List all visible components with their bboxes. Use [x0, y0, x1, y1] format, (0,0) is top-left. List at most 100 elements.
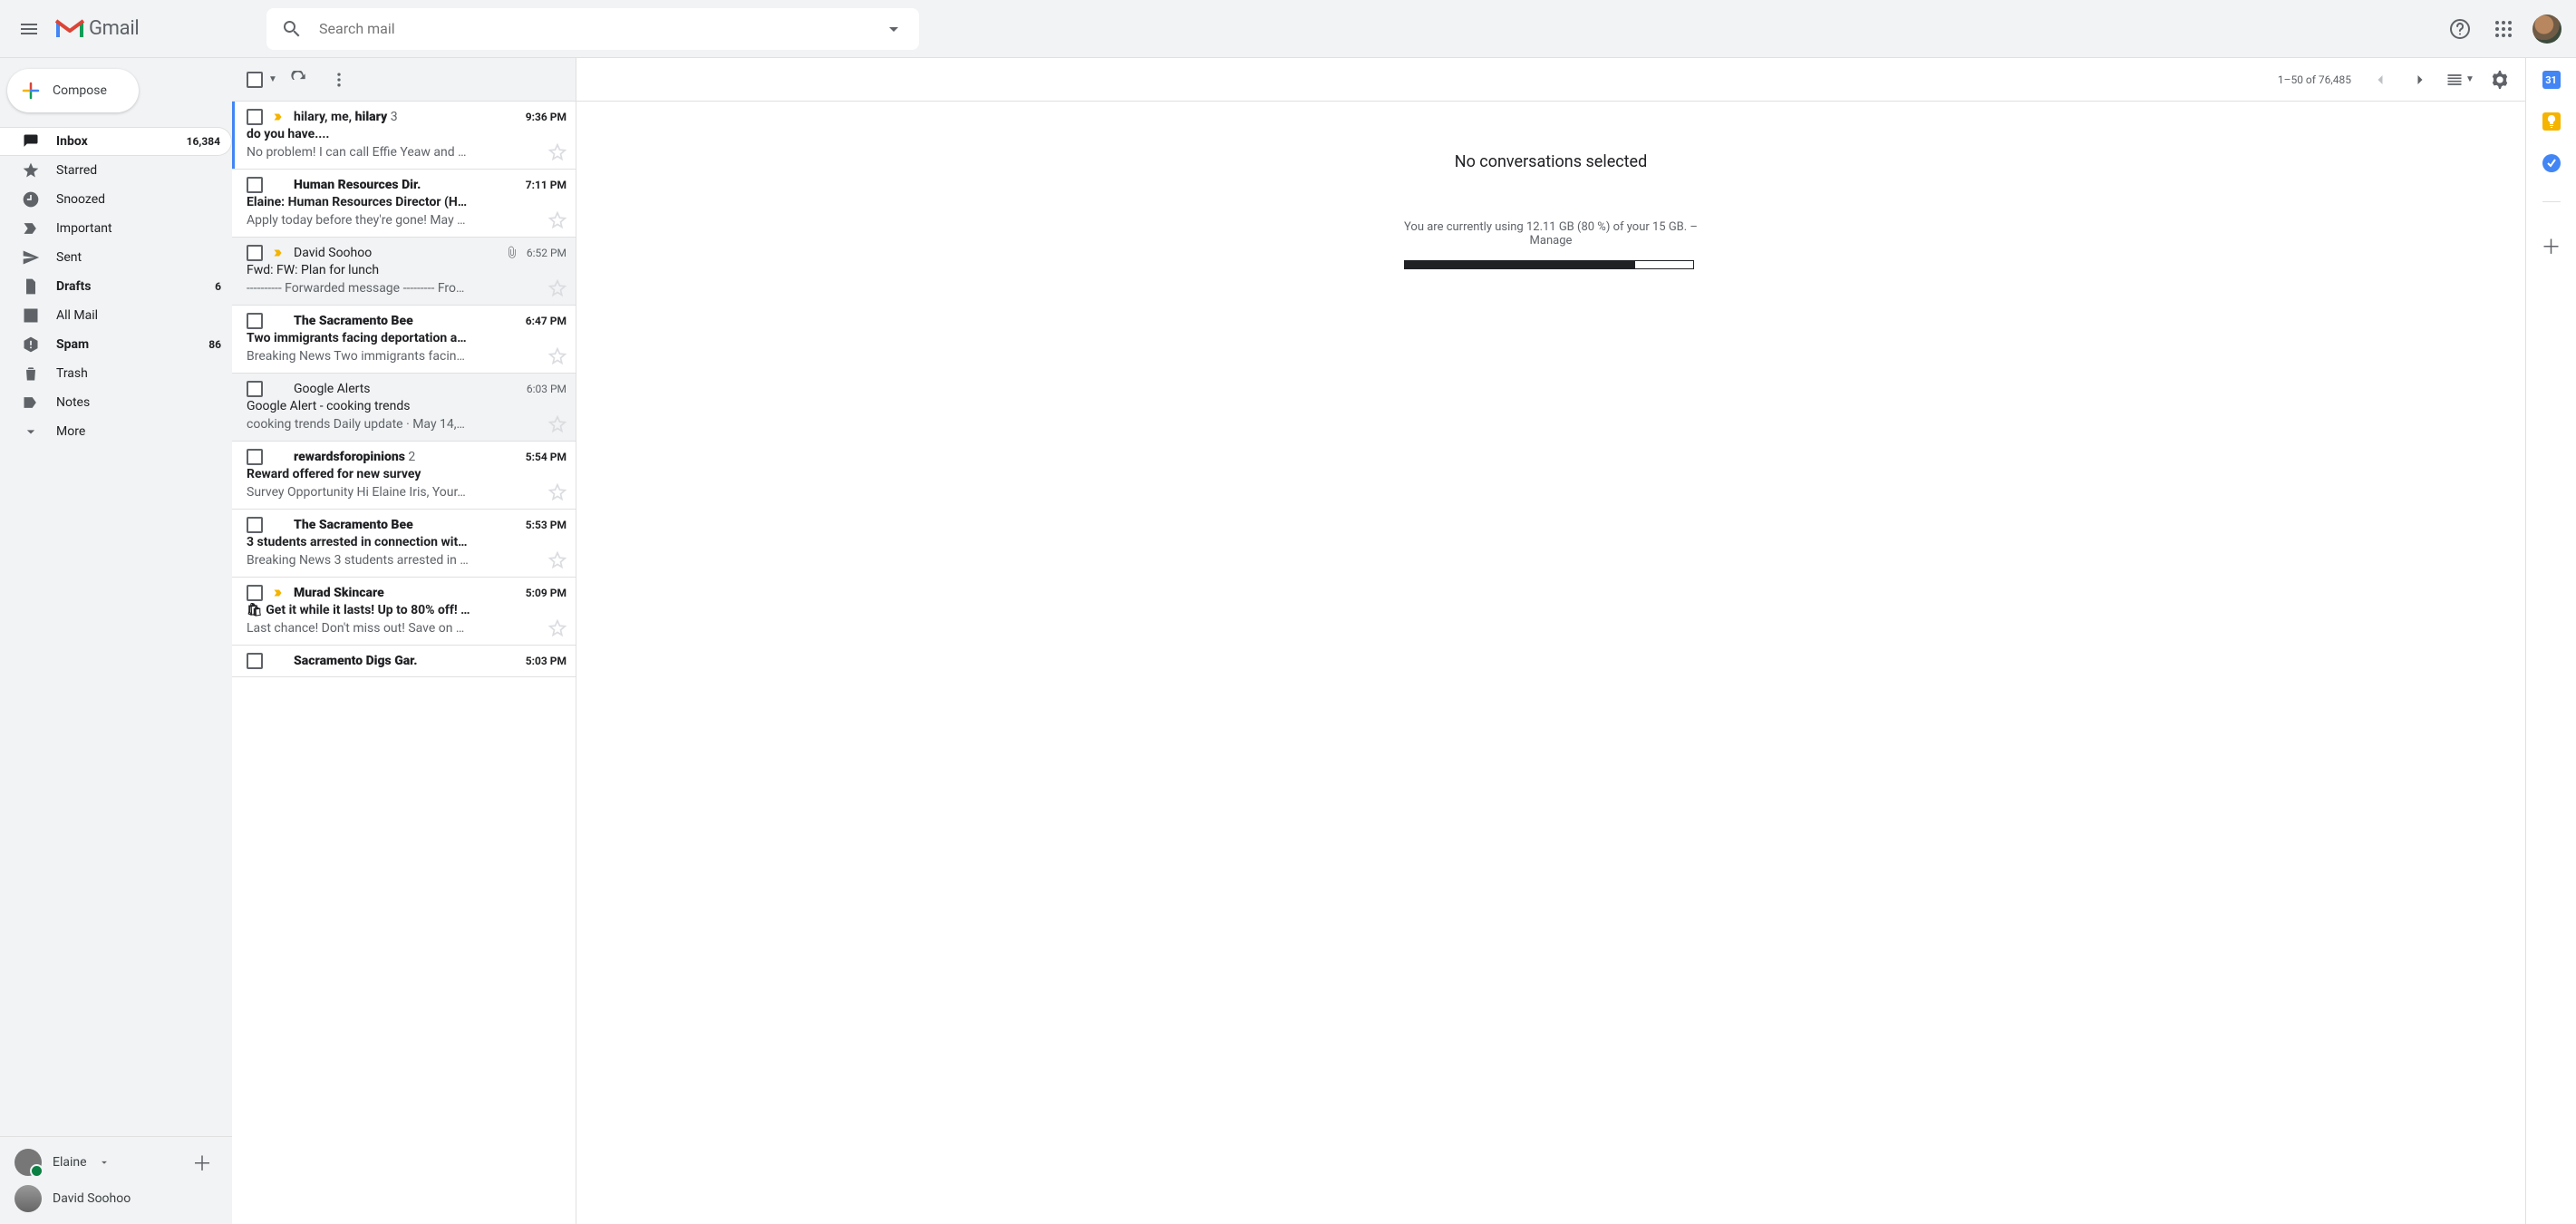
nav-item-trash[interactable]: Trash: [0, 359, 232, 388]
nav-item-more[interactable]: More: [0, 417, 232, 446]
split-pane-button[interactable]: ▼: [2442, 62, 2478, 98]
conversation-snippet: No problem! I can call Effie Yeaw and …: [247, 145, 543, 160]
conversation-row[interactable]: Murad Skincare5:09 PM🛍 Get it while it l…: [232, 578, 576, 646]
select-conversation-checkbox[interactable]: [247, 449, 263, 465]
refresh-button[interactable]: [281, 62, 317, 98]
star-button[interactable]: [548, 415, 567, 433]
important-marker[interactable]: [270, 247, 286, 259]
important-marker-off[interactable]: [270, 383, 286, 395]
star-button[interactable]: [548, 211, 567, 229]
nav-item-drafts[interactable]: Drafts6: [0, 272, 232, 301]
nav-item-snoozed[interactable]: Snoozed: [0, 185, 232, 214]
select-conversation-checkbox[interactable]: [247, 245, 263, 261]
select-conversation-checkbox[interactable]: [247, 313, 263, 329]
nav-item-sent[interactable]: Sent: [0, 243, 232, 272]
select-conversation-checkbox[interactable]: [247, 177, 263, 193]
conversation-subject: 🛍 Get it while it lasts! Up to 80% off! …: [247, 603, 567, 617]
calendar-addon-button[interactable]: 31: [2542, 71, 2561, 89]
gmail-logo[interactable]: Gmail: [51, 17, 266, 41]
important-marker-off[interactable]: [270, 179, 286, 191]
google-apps-button[interactable]: [2482, 7, 2525, 51]
new-conversation-button[interactable]: ＋: [187, 1148, 218, 1177]
attachment-icon: [505, 246, 519, 260]
nav-item-label: Notes: [56, 395, 221, 410]
get-addons-button[interactable]: ＋: [2541, 231, 2561, 260]
apps-grid-icon: [2493, 18, 2514, 40]
keep-addon-button[interactable]: [2542, 112, 2561, 131]
nav-item-all-mail[interactable]: All Mail: [0, 301, 232, 330]
conversation-row[interactable]: hilary, me, hilary 39:36 PMdo you have..…: [232, 102, 576, 170]
important-marker-off[interactable]: [270, 655, 286, 667]
gmail-m-icon: [54, 17, 85, 41]
label-icon: [22, 393, 40, 412]
hangouts-self-row[interactable]: Elaine ＋: [0, 1144, 232, 1180]
conversation-sender: Google Alerts: [294, 382, 519, 396]
conversation-row[interactable]: Human Resources Dir.7:11 PMElaine: Human…: [232, 170, 576, 238]
conversation-time: 5:54 PM: [526, 451, 567, 463]
main-menu-button[interactable]: [7, 7, 51, 51]
support-button[interactable]: [2438, 7, 2482, 51]
star-button[interactable]: [548, 619, 567, 637]
conversation-list[interactable]: hilary, me, hilary 39:36 PMdo you have..…: [232, 102, 576, 1224]
conversation-time: 5:53 PM: [526, 519, 567, 531]
important-marker-off[interactable]: [270, 519, 286, 531]
tasks-addon-button[interactable]: [2542, 154, 2561, 172]
next-page-button[interactable]: [2402, 62, 2438, 98]
sidebar: Compose Inbox16,384StarredSnoozedImporta…: [0, 58, 232, 1224]
settings-button[interactable]: [2482, 62, 2518, 98]
list-toolbar: ▼: [232, 58, 576, 102]
star-button[interactable]: [548, 143, 567, 161]
manage-storage-link[interactable]: Manage: [1530, 234, 1573, 248]
search-bar[interactable]: [266, 8, 919, 50]
more-actions-button[interactable]: [321, 62, 357, 98]
important-marker[interactable]: [270, 587, 286, 599]
conversation-subject: Elaine: Human Resources Director (H…: [247, 195, 567, 209]
select-conversation-checkbox[interactable]: [247, 381, 263, 397]
nav-item-spam[interactable]: Spam86: [0, 330, 232, 359]
select-conversation-checkbox[interactable]: [247, 517, 263, 533]
conversation-row[interactable]: David Soohoo6:52 PMFwd: FW: Plan for lun…: [232, 238, 576, 306]
hangouts-contact-row[interactable]: David Soohoo: [0, 1180, 232, 1217]
nav-item-inbox[interactable]: Inbox16,384: [0, 127, 232, 156]
nav-item-important[interactable]: Important: [0, 214, 232, 243]
star-button[interactable]: [548, 483, 567, 501]
compose-button[interactable]: Compose: [7, 69, 139, 112]
conversation-snippet: Breaking News 3 students arrested in …: [247, 553, 543, 568]
star-button[interactable]: [548, 551, 567, 569]
account-avatar[interactable]: [2532, 15, 2561, 44]
select-all-checkbox[interactable]: [247, 72, 263, 88]
important-marker[interactable]: [270, 111, 286, 123]
important-marker-off[interactable]: [270, 315, 286, 327]
conversation-subject: Two immigrants facing deportation a…: [247, 331, 567, 345]
nav-item-notes[interactable]: Notes: [0, 388, 232, 417]
conversation-row[interactable]: The Sacramento Bee5:53 PM3 students arre…: [232, 510, 576, 578]
star-button[interactable]: [548, 279, 567, 297]
conversation-row[interactable]: Google Alerts6:03 PMGoogle Alert - cooki…: [232, 374, 576, 442]
prev-page-button[interactable]: [2362, 62, 2398, 98]
conversation-row[interactable]: Sacramento Digs Gar.5:03 PM: [232, 646, 576, 677]
chevron-left-icon: [2371, 71, 2389, 89]
conversation-snippet: Apply today before they're gone! May …: [247, 213, 543, 228]
split-pane-icon: [2445, 71, 2464, 89]
conversation-row[interactable]: The Sacramento Bee6:47 PMTwo immigrants …: [232, 306, 576, 374]
star-button[interactable]: [548, 347, 567, 365]
plus-icon: [20, 80, 42, 102]
conversation-sender: Human Resources Dir.: [294, 178, 518, 192]
select-all-control[interactable]: ▼: [247, 72, 277, 88]
conversation-row[interactable]: rewardsforopinions 25:54 PMReward offere…: [232, 442, 576, 510]
select-conversation-checkbox[interactable]: [247, 653, 263, 669]
nav-item-starred[interactable]: Starred: [0, 156, 232, 185]
select-conversation-checkbox[interactable]: [247, 585, 263, 601]
thread-count: 3: [391, 110, 398, 124]
compose-label: Compose: [53, 83, 107, 98]
select-conversation-checkbox[interactable]: [247, 109, 263, 125]
search-options-button[interactable]: [874, 9, 914, 49]
expand-icon: [22, 423, 40, 441]
select-dropdown-caret[interactable]: ▼: [268, 74, 277, 84]
empty-state: No conversations selected You are curren…: [576, 102, 2525, 1224]
important-marker-off[interactable]: [270, 451, 286, 463]
conversation-subject: Reward offered for new survey: [247, 467, 567, 481]
search-button[interactable]: [272, 9, 312, 49]
keep-icon: [2546, 115, 2557, 128]
search-input[interactable]: [312, 20, 874, 37]
